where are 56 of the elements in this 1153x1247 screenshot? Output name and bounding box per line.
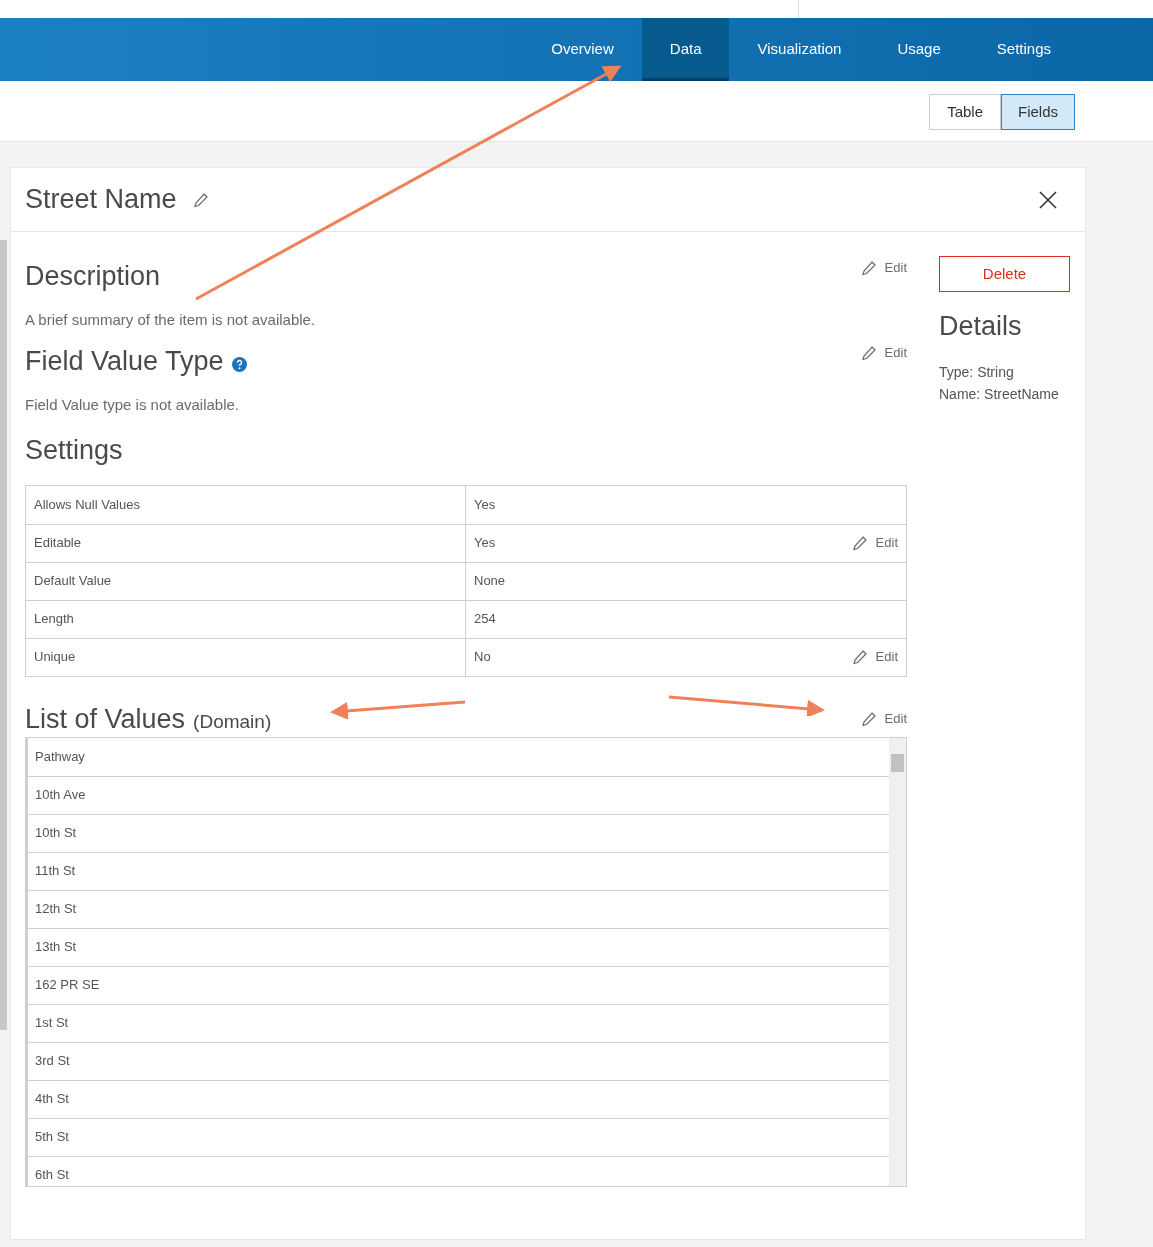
detail-text: Name: StreetName	[939, 384, 1060, 404]
list-item[interactable]: 12th St	[28, 889, 889, 928]
table-cell-text: Allows Null Values	[34, 495, 140, 514]
pencil-icon	[851, 649, 868, 665]
pencil-icon	[851, 535, 868, 551]
close-icon[interactable]	[1039, 190, 1057, 209]
nav-tab[interactable]: Overview	[523, 18, 642, 81]
pencil-icon	[860, 259, 877, 276]
nav-tab[interactable]: Usage	[869, 18, 969, 81]
table-cell-text: 254	[474, 610, 496, 629]
list-item[interactable]: 1st St	[28, 1003, 889, 1042]
edit-link[interactable]: Edit	[851, 647, 898, 667]
delete-button[interactable]: Delete	[939, 256, 1070, 292]
section-heading: Description	[25, 260, 161, 293]
nav-tab[interactable]: Visualization	[729, 18, 870, 81]
list-item[interactable]: 11th St	[28, 851, 889, 890]
pencil-icon	[860, 710, 877, 727]
pencil-icon[interactable]	[192, 191, 209, 208]
list-item[interactable]: 6th St	[28, 1155, 889, 1186]
table-cell-text: Yes	[474, 534, 496, 553]
field-title: Street Name	[25, 183, 177, 217]
view-toggle-button[interactable]: Table	[929, 94, 1001, 130]
table-cell-text: Length	[34, 610, 74, 629]
table-cell-text: None	[474, 572, 506, 591]
detail-text: Type: String	[939, 362, 1015, 382]
nav-tab[interactable]: Data	[641, 18, 730, 81]
nav-tab[interactable]: Settings	[968, 18, 1079, 81]
edit-link[interactable]: Edit	[860, 343, 907, 363]
section-heading: List of Values	[25, 702, 186, 735]
table-cell-text: Yes	[474, 495, 496, 514]
table-cell-text: Default Value	[34, 572, 112, 591]
view-toggle-button[interactable]: Fields	[1001, 94, 1075, 130]
table-cell-text: Unique	[34, 648, 76, 667]
table-cell-text: No	[474, 648, 491, 667]
description-text: A brief summary of the item is not available.	[25, 309, 317, 330]
edit-link[interactable]: Edit	[860, 258, 907, 278]
list-item[interactable]: 3rd St	[28, 1041, 889, 1080]
list-item[interactable]: 10th St	[28, 813, 889, 852]
edit-link[interactable]: Edit	[851, 533, 898, 553]
list-item[interactable]: 10th Ave	[28, 775, 889, 814]
pencil-icon	[860, 344, 877, 361]
help-icon[interactable]	[231, 356, 247, 372]
edit-link[interactable]: Edit	[860, 709, 907, 729]
list-item[interactable]: 13th St	[28, 927, 889, 966]
list-item[interactable]: 4th St	[28, 1079, 889, 1118]
list-item[interactable]: 162 PR SE	[28, 965, 889, 1004]
scrollbar[interactable]	[889, 737, 906, 1186]
field-value-type-text: Field Value type is not available.	[25, 394, 240, 415]
section-heading: Field Value Type	[25, 345, 224, 378]
section-subheading: (Domain)	[193, 709, 272, 734]
table-cell-text: Editable	[34, 534, 81, 553]
list-item[interactable]: Pathway	[28, 737, 889, 776]
list-item[interactable]: 5th St	[28, 1117, 889, 1156]
section-heading: Details	[939, 310, 1023, 343]
section-heading: Settings	[25, 434, 124, 467]
scrollbar[interactable]	[0, 240, 7, 1030]
